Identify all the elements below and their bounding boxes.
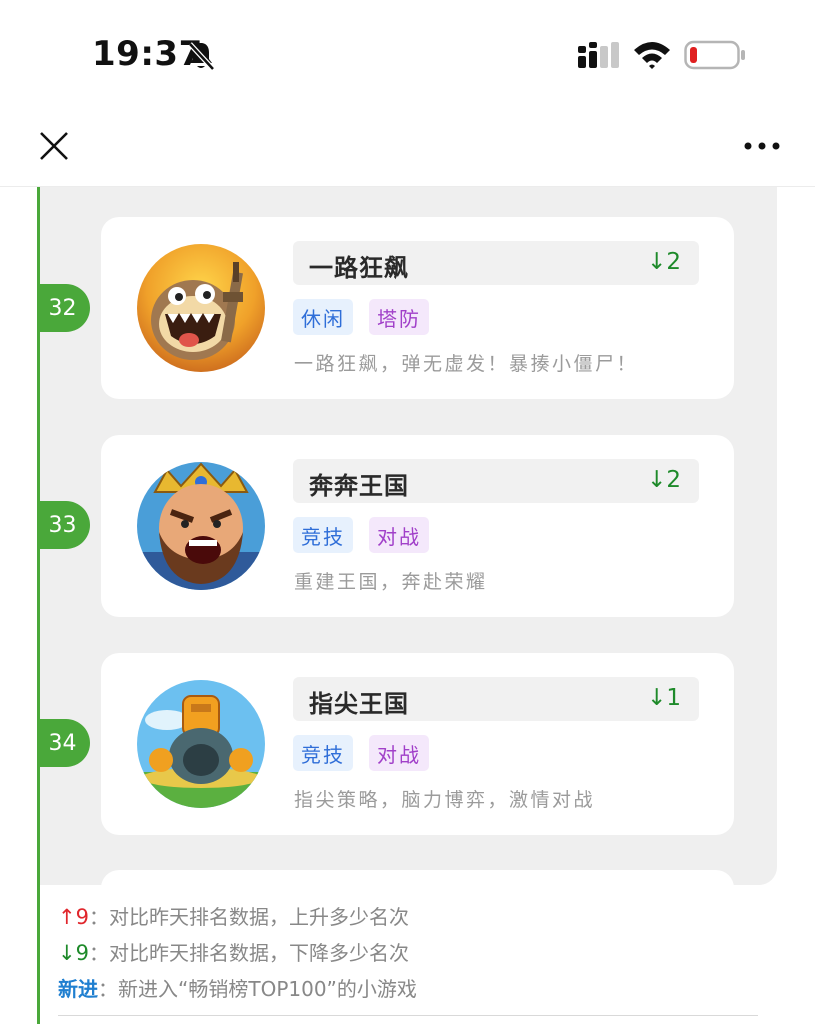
game-tag: 竞技 bbox=[293, 517, 353, 553]
legend-down-symbol: ↓9 bbox=[58, 941, 89, 965]
ranking-list: 32 一路狂飙 ↓2 休闲 塔防 一路狂飙，弹无虚发！暴揍小僵尸！ 33 奔奔王… bbox=[0, 187, 815, 887]
game-card-partial[interactable] bbox=[101, 870, 734, 887]
game-card[interactable]: 一路狂飙 ↓2 休闲 塔防 一路狂飙，弹无虚发！暴揍小僵尸！ bbox=[101, 217, 734, 399]
timeline-line bbox=[37, 887, 40, 1024]
rank-badge: 34 bbox=[37, 719, 90, 767]
game-description: 一路狂飙，弹无虚发！暴揍小僵尸！ bbox=[294, 353, 639, 375]
game-icon bbox=[137, 244, 265, 372]
game-name: 奔奔王国 bbox=[309, 472, 409, 500]
navigation-bar bbox=[0, 110, 815, 187]
game-name: 一路狂飙 bbox=[309, 254, 409, 282]
ranking-legend: ↑9：对比昨天排名数据，上升多少名次 ↓9：对比昨天排名数据，下降多少名次 新进… bbox=[0, 887, 815, 1024]
legend-new: 新进：新进入“畅销榜TOP100”的小游戏 bbox=[58, 973, 417, 1002]
game-tag: 竞技 bbox=[293, 735, 353, 771]
close-icon[interactable] bbox=[36, 128, 72, 164]
legend-up: ↑9：对比昨天排名数据，上升多少名次 bbox=[58, 901, 409, 930]
cellular-signal-icon bbox=[578, 42, 619, 68]
rank-change-down: ↓2 bbox=[647, 467, 681, 493]
game-tag: 对战 bbox=[369, 517, 429, 553]
rank-change-down: ↓2 bbox=[647, 249, 681, 275]
game-name: 指尖王国 bbox=[309, 690, 409, 718]
game-description: 指尖策略，脑力博弈，激情对战 bbox=[294, 789, 596, 811]
legend-down: ↓9：对比昨天排名数据，下降多少名次 bbox=[58, 937, 409, 966]
more-icon[interactable] bbox=[738, 134, 786, 158]
game-description: 重建王国，奔赴荣耀 bbox=[294, 571, 488, 593]
rank-badge: 32 bbox=[37, 284, 90, 332]
divider bbox=[58, 1015, 758, 1016]
legend-up-symbol: ↑9 bbox=[58, 905, 89, 929]
legend-new-text: ：新进入“畅销榜TOP100”的小游戏 bbox=[98, 977, 417, 1001]
game-icon bbox=[137, 462, 265, 590]
game-card[interactable]: 指尖王国 ↓1 竞技 对战 指尖策略，脑力博弈，激情对战 bbox=[101, 653, 734, 835]
game-tag: 休闲 bbox=[293, 299, 353, 335]
game-title-bar: 指尖王国 ↓1 bbox=[293, 677, 699, 721]
game-title-bar: 一路狂飙 ↓2 bbox=[293, 241, 699, 285]
game-icon bbox=[137, 680, 265, 808]
game-tag: 对战 bbox=[369, 735, 429, 771]
rank-change-down: ↓1 bbox=[647, 685, 681, 711]
legend-new-label: 新进 bbox=[58, 977, 98, 1001]
game-card[interactable]: 奔奔王国 ↓2 竞技 对战 重建王国，奔赴荣耀 bbox=[101, 435, 734, 617]
game-title-bar: 奔奔王国 ↓2 bbox=[293, 459, 699, 503]
wifi-icon bbox=[634, 42, 670, 69]
mute-bell-icon bbox=[188, 42, 215, 71]
legend-up-text: ：对比昨天排名数据，上升多少名次 bbox=[88, 905, 409, 929]
battery-low-icon bbox=[684, 40, 745, 70]
status-bar: 19:37 bbox=[0, 0, 815, 110]
game-tag: 塔防 bbox=[369, 299, 429, 335]
legend-down-text: ：对比昨天排名数据，下降多少名次 bbox=[88, 941, 409, 965]
rank-badge: 33 bbox=[37, 501, 90, 549]
